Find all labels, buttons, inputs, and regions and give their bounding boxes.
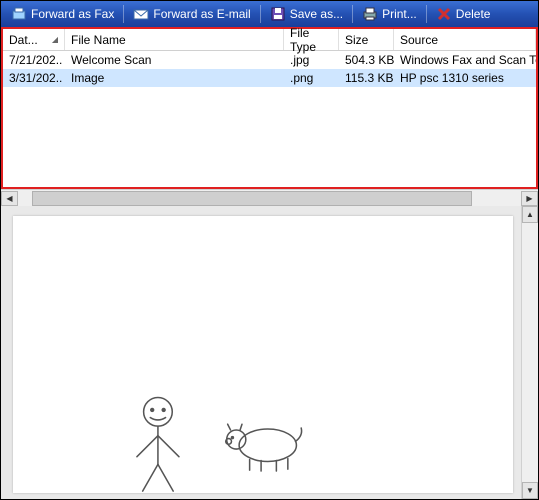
delete-button[interactable]: Delete [430, 4, 497, 24]
column-source-label: Source [400, 33, 438, 47]
cell-source: Windows Fax and Scan Team [394, 52, 536, 68]
table-row[interactable]: 3/31/202.. Image .png 115.3 KB HP psc 13… [3, 69, 536, 87]
toolbar-separator [426, 5, 427, 23]
sort-descending-icon: ◢ [52, 35, 58, 44]
scroll-up-button[interactable]: ▲ [522, 206, 538, 223]
cell-date: 7/21/202.. [3, 52, 65, 68]
scanned-image [13, 216, 513, 493]
save-as-label: Save as... [290, 7, 343, 21]
cell-size: 115.3 KB [339, 70, 394, 86]
horizontal-scrollbar[interactable]: ◀ ▶ [1, 189, 538, 206]
cell-file-name: Welcome Scan [65, 52, 284, 68]
column-date[interactable]: Dat... ◢ [3, 29, 65, 50]
scroll-track[interactable] [522, 223, 538, 482]
fax-icon [11, 6, 27, 22]
forward-email-button[interactable]: Forward as E-mail [127, 4, 256, 24]
column-size[interactable]: Size [339, 29, 394, 50]
column-size-label: Size [345, 33, 368, 47]
toolbar-separator [123, 5, 124, 23]
scroll-track[interactable] [18, 191, 521, 206]
cell-source: HP psc 1310 series [394, 70, 536, 86]
toolbar-separator [260, 5, 261, 23]
scroll-right-button[interactable]: ▶ [521, 191, 538, 206]
cell-file-name: Image [65, 70, 284, 86]
cell-size: 504.3 KB [339, 52, 394, 68]
forward-email-label: Forward as E-mail [153, 7, 250, 21]
column-source[interactable]: Source [394, 29, 536, 50]
cell-date: 3/31/202.. [3, 70, 65, 86]
delete-label: Delete [456, 7, 491, 21]
forward-fax-label: Forward as Fax [31, 7, 114, 21]
scroll-thumb[interactable] [32, 191, 472, 206]
email-icon [133, 6, 149, 22]
column-file-type[interactable]: File Type [284, 29, 339, 50]
list-rows: 7/21/202.. Welcome Scan .jpg 504.3 KB Wi… [3, 51, 536, 187]
save-icon [270, 6, 286, 22]
preview-viewport [1, 206, 521, 499]
scroll-left-button[interactable]: ◀ [1, 191, 18, 206]
cell-file-type: .png [284, 70, 339, 86]
print-icon [362, 6, 378, 22]
toolbar: Forward as Fax Forward as E-mail Save as… [1, 1, 538, 27]
vertical-scrollbar[interactable]: ▲ ▼ [521, 206, 538, 499]
cell-file-type: .jpg [284, 52, 339, 68]
column-headers: Dat... ◢ File Name File Type Size Source [3, 29, 536, 51]
preview-pane: ▲ ▼ [1, 206, 538, 499]
column-file-name[interactable]: File Name [65, 29, 284, 50]
print-label: Print... [382, 7, 417, 21]
column-file-name-label: File Name [71, 33, 126, 47]
delete-icon [436, 6, 452, 22]
table-row[interactable]: 7/21/202.. Welcome Scan .jpg 504.3 KB Wi… [3, 51, 536, 69]
sketch-drawing [13, 216, 513, 493]
column-date-label: Dat... [9, 33, 38, 47]
scan-list: Dat... ◢ File Name File Type Size Source… [1, 27, 538, 189]
save-as-button[interactable]: Save as... [264, 4, 349, 24]
toolbar-separator [352, 5, 353, 23]
column-file-type-label: File Type [290, 26, 332, 54]
print-button[interactable]: Print... [356, 4, 423, 24]
forward-fax-button[interactable]: Forward as Fax [5, 4, 120, 24]
scroll-down-button[interactable]: ▼ [522, 482, 538, 499]
